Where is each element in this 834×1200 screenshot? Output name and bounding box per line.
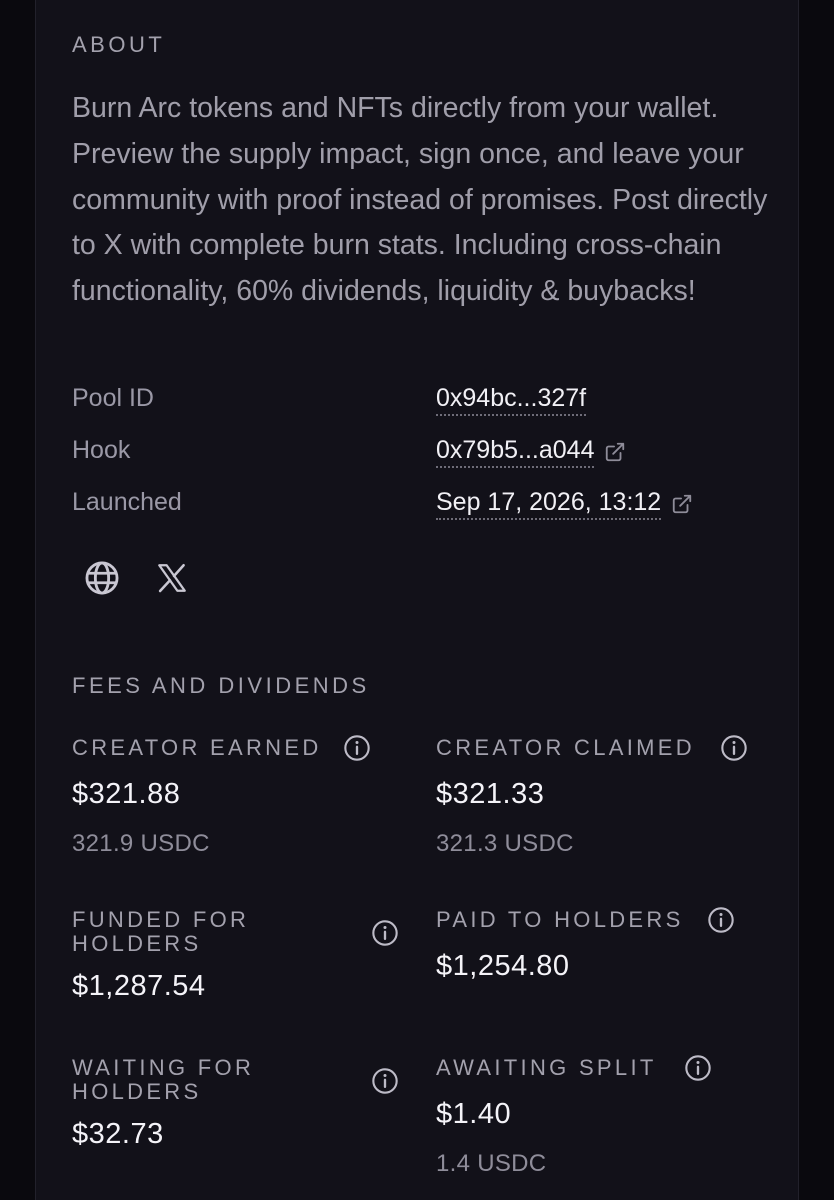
external-link-icon[interactable] <box>604 441 626 463</box>
info-icon[interactable] <box>720 734 748 762</box>
detail-label: Hook <box>72 436 131 464</box>
hook-value[interactable]: 0x79b5...a044 <box>436 436 626 468</box>
detail-row-launched: Launched Sep 17, 2026, 13:12 <box>72 488 772 524</box>
stat-sub-value: 321.3 USDC <box>436 830 574 857</box>
pool-id-text[interactable]: 0x94bc...327f <box>436 384 587 416</box>
stat-label-line: FUNDED FOR <box>72 907 250 932</box>
token-info-panel: ABOUT Burn Arc tokens and NFTs directly … <box>35 0 799 1200</box>
stat-value: $32.73 <box>72 1118 164 1150</box>
detail-row-hook: Hook 0x79b5...a044 <box>72 436 772 472</box>
stat-label: CREATOR EARNED <box>72 735 322 760</box>
pool-id-value[interactable]: 0x94bc...327f <box>436 384 587 416</box>
launched-date-link[interactable]: Sep 17, 2026, 13:12 <box>436 488 662 520</box>
info-icon[interactable] <box>371 919 399 947</box>
info-icon[interactable] <box>707 906 735 934</box>
stat-value: $321.88 <box>72 778 181 810</box>
x-logo-icon <box>158 563 186 593</box>
stat-value: $1.40 <box>436 1098 512 1130</box>
about-heading: ABOUT <box>72 32 166 57</box>
x-profile-link[interactable] <box>152 558 192 598</box>
stat-label: PAID TO HOLDERS <box>436 907 684 932</box>
fees-heading: FEES AND DIVIDENDS <box>72 673 370 698</box>
detail-row-pool-id: Pool ID 0x94bc...327f <box>72 384 772 420</box>
stat-label: CREATOR CLAIMED <box>436 735 695 760</box>
hook-address-link[interactable]: 0x79b5...a044 <box>436 436 595 468</box>
stat-value: $1,287.54 <box>72 970 206 1002</box>
stat-label-line: HOLDERS <box>72 931 202 956</box>
stat-label: FUNDED FOR HOLDERS <box>72 908 249 956</box>
stat-label: WAITING FOR HOLDERS <box>72 1056 254 1104</box>
detail-label: Pool ID <box>72 384 154 412</box>
stat-value: $1,254.80 <box>436 950 570 982</box>
website-link[interactable] <box>82 558 122 598</box>
about-description: Burn Arc tokens and NFTs directly from y… <box>72 92 768 308</box>
stat-sub-value: 1.4 USDC <box>436 1150 547 1177</box>
launched-value[interactable]: Sep 17, 2026, 13:12 <box>436 488 693 520</box>
info-icon[interactable] <box>371 1067 399 1095</box>
info-icon[interactable] <box>684 1054 712 1082</box>
detail-label: Launched <box>72 488 182 516</box>
stat-label: AWAITING SPLIT <box>436 1055 657 1080</box>
info-icon[interactable] <box>343 734 371 762</box>
stat-label-line: WAITING FOR <box>72 1055 255 1080</box>
external-link-icon[interactable] <box>671 493 693 515</box>
stat-label-line: HOLDERS <box>72 1079 202 1104</box>
stat-value: $321.33 <box>436 778 545 810</box>
globe-icon <box>85 561 119 595</box>
stat-sub-value: 321.9 USDC <box>72 830 210 857</box>
